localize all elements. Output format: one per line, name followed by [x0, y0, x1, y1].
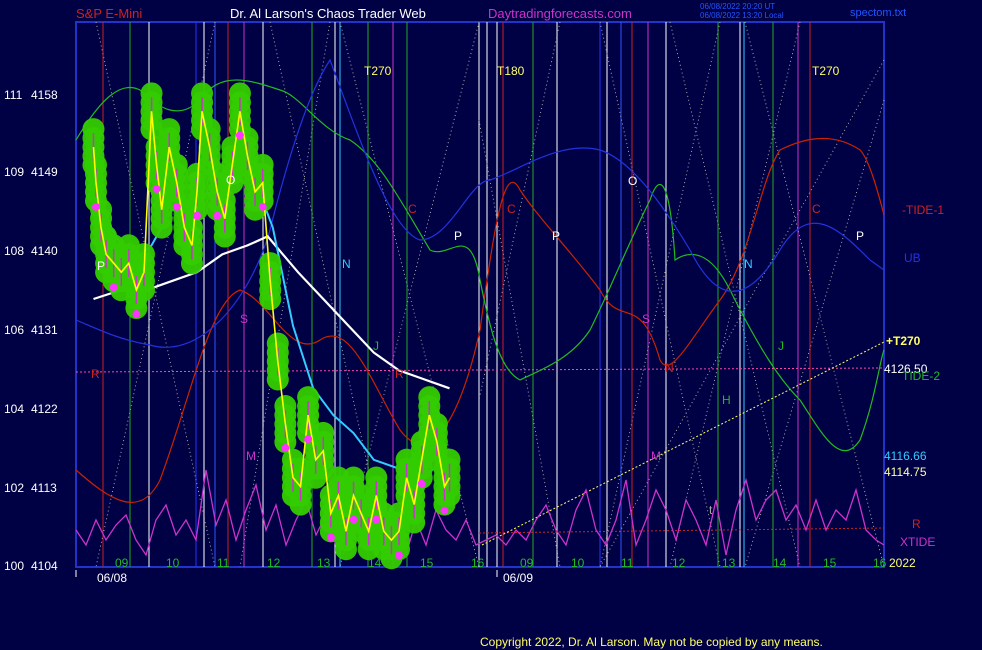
chart-svg: O O C C C P P P P S S N N N J J R R H M … — [0, 0, 982, 650]
xtide-label: XTIDE — [900, 535, 935, 549]
y-tick-right: 4122 — [31, 402, 58, 416]
date-label-2: 06/09 — [503, 571, 533, 585]
tide-2-label: TIDE-2 — [902, 369, 940, 383]
letter-n-3: N — [665, 361, 674, 375]
y-tick-left: 106 — [4, 323, 24, 337]
letter-j-1: J — [373, 339, 379, 353]
letter-n-1: N — [342, 257, 351, 271]
low-dot — [440, 506, 449, 515]
low-dot — [132, 310, 141, 319]
site-title: Dr. Al Larson's Chaos Trader Web — [230, 6, 426, 21]
low-dot — [372, 515, 381, 524]
letter-c-2: C — [507, 202, 516, 216]
low-dot — [395, 551, 403, 560]
symbol-title: S&P E-Mini — [76, 6, 142, 21]
y-tick-left: 100 — [4, 559, 24, 573]
y-tick-right: 4104 — [31, 559, 58, 573]
y-tick-right: 4140 — [31, 244, 58, 258]
time-label-t270-1: T270 — [364, 64, 392, 78]
low-dot — [304, 435, 313, 444]
letter-o-1: O — [226, 173, 235, 187]
low-dot — [417, 479, 426, 488]
x-tick-hour: 15 — [420, 556, 434, 570]
letter-j-2: J — [778, 339, 784, 353]
y-tick-right: 4149 — [31, 165, 58, 179]
x-tick-hour: 11 — [217, 556, 230, 570]
letter-m-1: M — [246, 449, 256, 463]
low-dot — [235, 131, 244, 140]
x-tick-hour: 12 — [267, 556, 281, 570]
letter-c-3: C — [812, 202, 821, 216]
time-label-t270-2: T270 — [812, 64, 840, 78]
y-tick-left: 111 — [4, 88, 23, 102]
letter-m-2: M — [651, 449, 661, 463]
x-tick-hour: 12 — [672, 556, 686, 570]
letter-h: H — [722, 393, 731, 407]
x-tick-hour: 10 — [166, 556, 180, 570]
low-dot — [349, 515, 358, 524]
x-tick-hour: 16 — [471, 556, 485, 570]
low-dot — [326, 533, 335, 542]
year-label: 2022 — [889, 556, 916, 570]
copyright: Copyright 2022, Dr. Al Larson. May not b… — [480, 635, 823, 649]
x-tick-hour: 09 — [520, 556, 534, 570]
y-tick-right: 4131 — [31, 323, 58, 337]
letter-p-2: P — [552, 229, 560, 243]
letter-r-1: R — [91, 367, 100, 381]
x-tick-hour: 13 — [722, 556, 736, 570]
low-dot — [109, 283, 118, 292]
r-label: R — [912, 517, 921, 531]
x-tick-hour: 09 — [115, 556, 129, 570]
last-price-label: 4114.75 — [884, 465, 927, 479]
timestamp-ut: 06/08/2022 20:20 UT — [700, 2, 775, 11]
x-tick-hour: 14 — [773, 556, 787, 570]
letter-s-2: S — [642, 312, 650, 326]
letter-p-3: P — [856, 229, 864, 243]
time-label-t180: T180 — [497, 64, 525, 78]
y-tick-left: 102 — [4, 481, 24, 495]
low-dot — [213, 211, 222, 220]
date-label-1: 06/08 — [97, 571, 127, 585]
y-tick-right: 4113 — [31, 481, 57, 495]
t270-label: +T270 — [886, 334, 921, 348]
letter-c-1: C — [408, 202, 417, 216]
ub-label: UB — [904, 251, 921, 265]
y-tick-left: 104 — [4, 402, 24, 416]
x-tick-hour: 13 — [317, 556, 331, 570]
letter-s-1: S — [240, 312, 248, 326]
x-tick-hour: 11 — [621, 556, 634, 570]
domain-label: Daytradingforecasts.com — [488, 6, 632, 21]
low-dot — [258, 202, 267, 211]
y-tick-left: 108 — [4, 244, 24, 258]
low-dot — [172, 202, 181, 211]
low-dot — [92, 202, 100, 211]
letter-r-2: R — [395, 367, 404, 381]
file-label: spectom.txt — [850, 7, 906, 19]
y-tick-left: 109 — [4, 165, 24, 179]
x-tick-hour: 14 — [368, 556, 382, 570]
letter-o-2: O — [628, 174, 637, 188]
x-tick-hour: 10 — [571, 556, 585, 570]
letter-p-4: P — [97, 259, 105, 273]
tide-1-label: -TIDE-1 — [902, 203, 944, 217]
letter-n-2: N — [744, 257, 753, 271]
timestamp-local: 06/08/2022 13:20 Local — [700, 11, 784, 20]
x-tick-hour: 16 — [873, 556, 887, 570]
fast-ma-label: 4116.66 — [884, 449, 927, 463]
low-dot — [281, 444, 290, 453]
low-dot — [193, 211, 201, 220]
low-dot — [152, 184, 161, 193]
y-tick-right: 4158 — [31, 88, 58, 102]
x-tick-hour: 15 — [823, 556, 837, 570]
letter-p-1: P — [454, 229, 462, 243]
